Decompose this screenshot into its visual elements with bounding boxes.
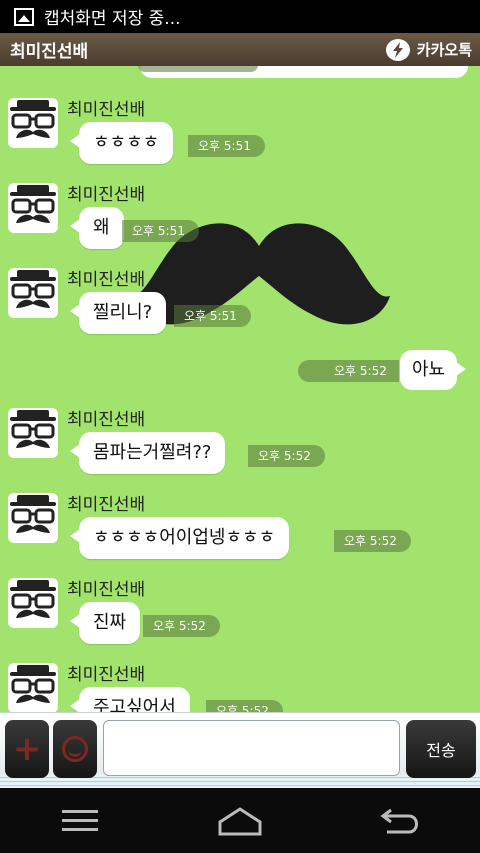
message-bubble[interactable]: 왜: [70, 207, 124, 249]
sender-name: 최미진선배: [67, 665, 146, 685]
mustache-glasses-avatar-icon: [10, 580, 56, 618]
message-time: 오후 5:52: [206, 700, 283, 712]
sender-name: 최미진선배: [67, 495, 146, 515]
message-time: 오후 5:52: [143, 615, 220, 637]
message-time: 오후 5:51: [188, 135, 265, 157]
mustache-glasses-avatar-icon: [10, 665, 56, 703]
menu-icon: [62, 809, 98, 831]
kakaotalk-logo-icon: [385, 38, 410, 61]
avatar[interactable]: [8, 578, 58, 628]
previous-message-time: [138, 66, 258, 72]
mustache-glasses-avatar-icon: [10, 410, 56, 448]
status-text: 캡처화면 저장 중...: [44, 9, 181, 29]
avatar[interactable]: [8, 408, 58, 458]
avatar[interactable]: [8, 663, 58, 712]
message-bubble[interactable]: 주고싶어서: [70, 687, 190, 712]
sender-name: 최미진선배: [67, 580, 146, 600]
message-bubble[interactable]: 몸파는거찔려??: [69, 432, 226, 474]
message-time: 오후 5:51: [122, 220, 199, 242]
plus-button[interactable]: +: [5, 720, 49, 778]
status-bar: 캡처화면 저장 중...: [0, 0, 480, 33]
avatar[interactable]: [8, 268, 58, 318]
avatar[interactable]: [8, 98, 58, 148]
emoticon-button[interactable]: [53, 720, 97, 778]
my-message-bubble[interactable]: 아뇨: [400, 350, 467, 390]
message-time: 오후 5:52: [334, 530, 411, 552]
emoticon-icon: [62, 736, 88, 762]
chat-header: 최미진선배 카카오톡: [0, 33, 480, 67]
mustache-glasses-avatar-icon: [10, 185, 56, 223]
sender-name: 최미진선배: [67, 100, 146, 120]
send-button[interactable]: 전송: [406, 720, 476, 778]
message-bubble[interactable]: 진짜: [69, 602, 141, 644]
brand: 카카오톡: [385, 38, 472, 62]
sender-name: 최미진선배: [67, 185, 146, 205]
back-icon: [380, 808, 418, 833]
sender-name: 최미진선배: [67, 270, 146, 290]
message-time: 오후 5:51: [174, 305, 251, 327]
message-bubble[interactable]: ㅎㅎㅎㅎ: [69, 122, 174, 164]
my-message-time: 오후 5:52: [298, 360, 399, 382]
mustache-glasses-avatar-icon: [10, 100, 56, 138]
avatar[interactable]: [8, 493, 58, 543]
back-button[interactable]: [370, 801, 430, 841]
brand-name: 카카오톡: [416, 41, 472, 59]
home-icon: [218, 806, 262, 835]
mustache-glasses-avatar-icon: [10, 270, 56, 308]
avatar[interactable]: [8, 183, 58, 233]
message-bubble[interactable]: 찔리니?: [69, 292, 167, 334]
system-nav-bar: [0, 788, 480, 853]
message-bubble[interactable]: ㅎㅎㅎㅎ어이업넹ㅎㅎㅎ: [69, 517, 290, 559]
menu-button[interactable]: [50, 801, 110, 841]
mustache-glasses-avatar-icon: [10, 495, 56, 533]
sender-name: 최미진선배: [67, 410, 146, 430]
plus-icon: +: [12, 729, 42, 769]
message-time: 오후 5:52: [248, 445, 325, 467]
message-input[interactable]: [103, 720, 400, 776]
image-icon: [14, 7, 34, 26]
chat-area[interactable]: 최미진선배 ㅎㅎㅎㅎ 오후 5:51 최미진선배 왜 오후 5:51 최미진선배…: [0, 66, 480, 712]
input-bar: + 전송: [0, 712, 480, 789]
chat-room-title: 최미진선배: [10, 42, 89, 62]
home-button[interactable]: [210, 801, 270, 841]
